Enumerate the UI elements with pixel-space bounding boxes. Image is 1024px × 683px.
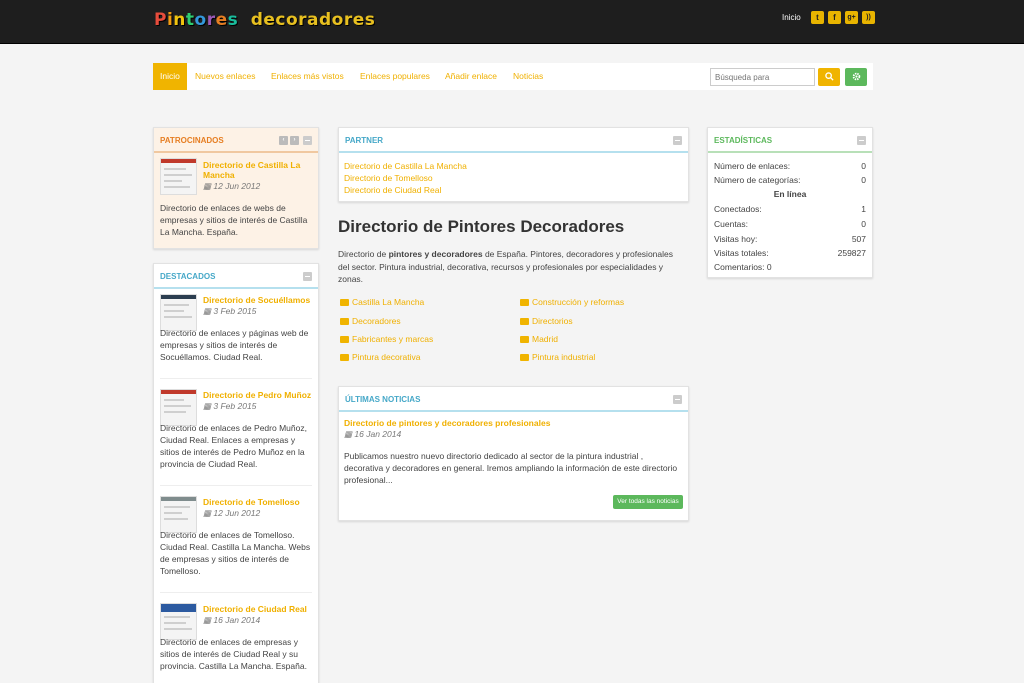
entry-description: Directorio de enlaces de webs de empresa… <box>160 203 308 237</box>
calendar-icon: ▦ <box>203 181 214 191</box>
folder-icon <box>520 336 529 343</box>
entry-title-link[interactable]: Directorio de Pedro Muñoz <box>203 390 315 400</box>
divider <box>160 378 312 379</box>
nav-enlaces-populares[interactable]: Enlaces populares <box>360 63 430 90</box>
category-link[interactable]: Pintura industrial <box>520 352 595 362</box>
category-link[interactable]: Madrid <box>520 334 558 344</box>
rss-icon[interactable]: )) <box>862 11 875 24</box>
stat-row: Número de categorías: 0 <box>714 175 866 185</box>
google-plus-icon[interactable]: g+ <box>845 11 858 24</box>
entry-description: Directorio de enlaces de Pedro Muñoz, Ci… <box>160 423 307 469</box>
stat-row: Conectados: 1 <box>714 204 866 214</box>
top-inicio-link[interactable]: Inicio <box>782 13 801 22</box>
nav-anadir-enlace[interactable]: Añadir enlace <box>445 63 497 90</box>
stat-row: Número de enlaces: 0 <box>714 161 866 171</box>
folder-icon <box>520 318 529 325</box>
stat-row: Cuentas: 0 <box>714 219 866 229</box>
minimize-icon[interactable] <box>303 272 312 281</box>
entry-title-link[interactable]: Directorio de Socuéllamos <box>203 295 315 305</box>
minimize-icon[interactable] <box>857 136 866 145</box>
thumbnail-castilla[interactable] <box>160 158 197 195</box>
online-heading: En línea <box>773 189 807 199</box>
prev-arrow-icon[interactable]: ‹ <box>279 136 288 145</box>
entry-title-link[interactable]: Directorio de Castilla La Mancha <box>203 160 313 180</box>
minimize-icon[interactable] <box>303 136 312 145</box>
entry-description: Directorio de enlaces y páginas web de e… <box>160 328 309 362</box>
minimize-icon[interactable] <box>673 136 682 145</box>
next-arrow-icon[interactable]: › <box>290 136 299 145</box>
logo-word-decoradores: decoradores <box>250 10 376 30</box>
entry-date: ▦ 12 Jun 2012 <box>203 181 261 191</box>
entry-date: ▦ 3 Feb 2015 <box>203 401 257 411</box>
calendar-icon: ▦ <box>203 615 214 625</box>
intro-text: Directorio de pintores y decoradores de … <box>338 249 673 284</box>
partner-link[interactable]: Directorio de Ciudad Real <box>344 185 441 195</box>
search-button[interactable] <box>818 68 840 86</box>
news-date: ▦ 16 Jan 2014 <box>344 429 402 439</box>
panel-title: PARTNER <box>339 128 688 153</box>
settings-button[interactable] <box>845 68 867 86</box>
thumbnail-socuellamos[interactable] <box>160 294 197 331</box>
panel-title: ESTADÍSTICAS <box>708 128 872 153</box>
entry-title-link[interactable]: Directorio de Ciudad Real <box>203 604 315 614</box>
news-description: Publicamos nuestro nuevo directorio dedi… <box>344 451 678 485</box>
facebook-icon[interactable]: f <box>828 11 841 24</box>
thumbnail-pedro-munoz[interactable] <box>160 389 197 426</box>
partner-link[interactable]: Directorio de Tomelloso <box>344 173 433 183</box>
calendar-icon: ▦ <box>203 306 214 316</box>
nav-nuevos-enlaces[interactable]: Nuevos enlaces <box>195 63 255 90</box>
divider <box>160 592 312 593</box>
calendar-icon: ▦ <box>344 429 355 439</box>
category-link[interactable]: Fabricantes y marcas <box>340 334 433 344</box>
entry-title-link[interactable]: Directorio de Tomelloso <box>203 497 315 507</box>
all-news-button[interactable]: Ver todas las noticias <box>613 495 683 509</box>
logo-word-pintores: Pintores <box>154 10 239 30</box>
entry-date: ▦ 3 Feb 2015 <box>203 306 257 316</box>
category-link[interactable]: Castilla La Mancha <box>340 297 424 307</box>
calendar-icon: ▦ <box>203 401 214 411</box>
folder-icon <box>340 336 349 343</box>
minimize-icon[interactable] <box>673 395 682 404</box>
entry-description: Directorio de enlaces de empresas y siti… <box>160 637 307 671</box>
panel-title: PATROCINADOS ‹ › <box>154 128 318 153</box>
category-link[interactable]: Decoradores <box>340 316 401 326</box>
category-link[interactable]: Pintura decorativa <box>340 352 421 362</box>
panel-title: ÚLTIMAS NOTICIAS <box>339 387 688 412</box>
entry-date: ▦ 12 Jun 2012 <box>203 508 261 518</box>
comments-count: Comentarios: 0 <box>714 262 772 272</box>
nav-enlaces-mas-vistos[interactable]: Enlaces más vistos <box>271 63 344 90</box>
folder-icon <box>340 318 349 325</box>
news-title-link[interactable]: Directorio de pintores y decoradores pro… <box>344 418 674 428</box>
nav-inicio[interactable]: Inicio <box>153 63 187 90</box>
thumbnail-ciudad-real[interactable] <box>160 603 197 640</box>
calendar-icon: ▦ <box>203 508 214 518</box>
category-link[interactable]: Directorios <box>520 316 573 326</box>
partner-link[interactable]: Directorio de Castilla La Mancha <box>344 161 467 171</box>
twitter-icon[interactable]: t <box>811 11 824 24</box>
thumbnail-tomelloso[interactable] <box>160 496 197 533</box>
folder-icon <box>520 354 529 361</box>
site-logo[interactable]: Pintores decoradores <box>154 10 375 30</box>
entry-date: ▦ 16 Jan 2014 <box>203 615 261 625</box>
category-link[interactable]: Construcción y reformas <box>520 297 624 307</box>
nav-noticias[interactable]: Noticias <box>513 63 543 90</box>
page-title: Directorio de Pintores Decoradores <box>338 217 625 236</box>
stat-row: Visitas hoy: 507 <box>714 234 866 244</box>
search-input[interactable] <box>710 68 815 86</box>
entry-description: Directorio de enlaces de Tomelloso. Ciud… <box>160 530 311 576</box>
search-icon <box>824 72 834 81</box>
top-bar: Pintores decoradores Inicio t f g+ )) <box>0 0 1024 44</box>
folder-icon <box>340 354 349 361</box>
gear-icon <box>852 72 860 81</box>
stat-row: Visitas totales: 259827 <box>714 248 866 258</box>
folder-icon <box>520 299 529 306</box>
panel-title: DESTACADOS <box>154 264 318 289</box>
folder-icon <box>340 299 349 306</box>
divider <box>160 485 312 486</box>
